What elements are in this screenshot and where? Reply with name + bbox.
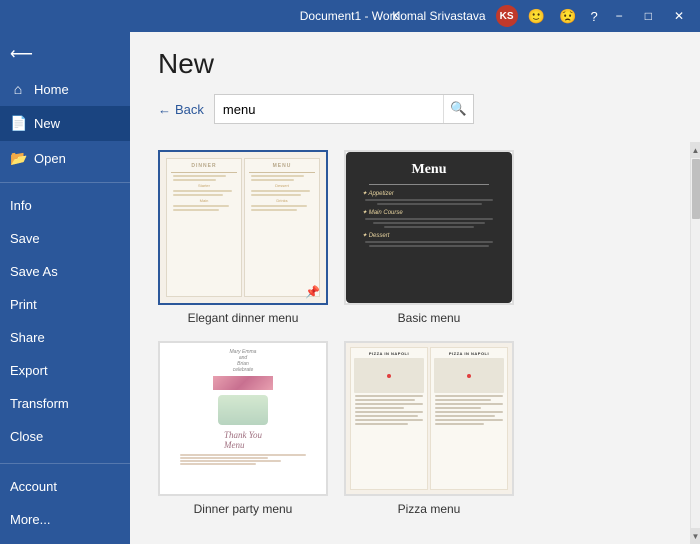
elegant-menu-visual: DINNER Starter Main	[160, 152, 326, 303]
sidebar-print-label: Print	[10, 297, 37, 312]
template-elegant-dinner[interactable]: DINNER Starter Main	[158, 150, 328, 325]
sidebar-item-open[interactable]: 📂 Open	[0, 141, 130, 176]
search-input[interactable]	[215, 102, 443, 117]
template-dinner-party[interactable]: Mary EmmaandBriancelebrate Thank YouMenu	[158, 341, 328, 516]
elegant-panel-left: DINNER Starter Main	[166, 158, 242, 297]
sidebar-share-label: Share	[10, 330, 45, 345]
sidebar-item-home[interactable]: ⌂ Home	[0, 72, 130, 106]
template-thumb-basic[interactable]: Menu ✦ Appetizer ✦ Main Course ✦ Dessert	[344, 150, 514, 305]
template-elegant-label: Elegant dinner menu	[188, 311, 299, 325]
close-button[interactable]: ✕	[666, 0, 692, 32]
search-button[interactable]: 🔍	[443, 95, 473, 123]
content-area: New ← Back 🔍	[130, 32, 700, 544]
back-circle-icon: ⟵	[10, 44, 33, 64]
template-basic-label: Basic menu	[398, 311, 461, 325]
pin-icon[interactable]: 📌	[305, 285, 320, 299]
sidebar-bottom-divider	[0, 463, 130, 464]
sidebar-item-export[interactable]: Export	[0, 354, 130, 387]
emoji-happy-icon[interactable]: 🙂	[524, 8, 549, 25]
scroll-up-button[interactable]: ▲	[691, 142, 700, 158]
sidebar-saveas-label: Save As	[10, 264, 58, 279]
sidebar-bottom: Account More...	[0, 457, 130, 544]
scrollbar-empty	[691, 220, 700, 528]
sidebar: ⟵ ⌂ Home 📄 New 📂 Open Info Save Save As	[0, 32, 130, 544]
back-arrow-icon: ←	[158, 102, 171, 117]
sidebar-divider	[0, 182, 130, 183]
dinner-party-visual: Mary EmmaandBriancelebrate Thank YouMenu	[160, 343, 326, 494]
elegant-panel-right: MENU Dessert Drinks	[244, 158, 320, 297]
sidebar-account-label: Account	[10, 479, 57, 494]
search-row: ← Back 🔍	[158, 94, 672, 124]
sidebar-new-label: New	[34, 116, 60, 131]
window-title: Document1 - Word	[300, 9, 400, 23]
avatar: KS	[496, 5, 518, 27]
minimize-button[interactable]: −	[608, 0, 631, 32]
sidebar-more-label: More...	[10, 512, 50, 527]
sidebar-info-label: Info	[10, 198, 32, 213]
template-pizza-label: Pizza menu	[398, 502, 461, 516]
pizza-map-left	[354, 358, 424, 393]
flowers-decoration	[218, 395, 268, 425]
content-header: New ← Back 🔍	[130, 32, 700, 142]
sidebar-item-transform[interactable]: Transform	[0, 387, 130, 420]
back-arrow-button[interactable]: ⟵	[0, 36, 130, 72]
template-pizza-menu[interactable]: PIZZA IN NAPOLI	[344, 341, 514, 516]
sidebar-export-label: Export	[10, 363, 48, 378]
sidebar-item-share[interactable]: Share	[0, 321, 130, 354]
app-body: ⟵ ⌂ Home 📄 New 📂 Open Info Save Save As	[0, 32, 700, 544]
template-thumb-pizza[interactable]: PIZZA IN NAPOLI	[344, 341, 514, 496]
back-label: Back	[175, 102, 204, 117]
sidebar-home-label: Home	[34, 82, 69, 97]
templates-area: DINNER Starter Main	[130, 142, 690, 544]
template-basic-menu[interactable]: Menu ✦ Appetizer ✦ Main Course ✦ Dessert	[344, 150, 514, 325]
pizza-menu-visual: PIZZA IN NAPOLI	[346, 343, 512, 494]
search-back-button[interactable]: ← Back	[158, 102, 204, 117]
sidebar-item-print[interactable]: Print	[0, 288, 130, 321]
sidebar-item-info[interactable]: Info	[0, 189, 130, 222]
title-bar-controls: Komal Srivastava KS 🙂 😟 ? − □ ✕	[392, 0, 692, 32]
sidebar-close-label: Close	[10, 429, 43, 444]
search-box: 🔍	[214, 94, 474, 124]
template-dinner-party-label: Dinner party menu	[194, 502, 293, 516]
pizza-panel-left: PIZZA IN NAPOLI	[350, 347, 428, 490]
templates-container: DINNER Starter Main	[130, 142, 700, 544]
template-thumb-dinner-party[interactable]: Mary EmmaandBriancelebrate Thank YouMenu	[158, 341, 328, 496]
sidebar-save-label: Save	[10, 231, 40, 246]
pizza-panel-right: PIZZA IN NAPOLI	[430, 347, 508, 490]
scrollbar-thumb[interactable]	[692, 159, 700, 219]
page-title: New	[158, 48, 672, 80]
template-thumb-elegant[interactable]: DINNER Starter Main	[158, 150, 328, 305]
sidebar-item-close[interactable]: Close	[0, 420, 130, 453]
new-icon: 📄	[10, 115, 26, 132]
emoji-sad-icon[interactable]: 😟	[555, 8, 580, 25]
scrollbar-track: ▲ ▼	[690, 142, 700, 544]
sidebar-item-more[interactable]: More...	[0, 503, 130, 536]
sidebar-open-label: Open	[34, 151, 66, 166]
sidebar-item-saveas[interactable]: Save As	[0, 255, 130, 288]
sidebar-transform-label: Transform	[10, 396, 69, 411]
scroll-down-button[interactable]: ▼	[691, 528, 700, 544]
open-icon: 📂	[10, 150, 26, 167]
ribbon-decoration	[213, 376, 273, 390]
sidebar-item-account[interactable]: Account	[0, 470, 130, 503]
sidebar-item-new[interactable]: 📄 New	[0, 106, 130, 141]
templates-grid: DINNER Starter Main	[158, 150, 662, 528]
title-bar: Document1 - Word Komal Srivastava KS 🙂 😟…	[0, 0, 700, 32]
user-name: Komal Srivastava	[392, 9, 485, 23]
basic-menu-visual: Menu ✦ Appetizer ✦ Main Course ✦ Dessert	[346, 152, 512, 303]
help-icon[interactable]: ?	[586, 9, 601, 24]
home-icon: ⌂	[10, 81, 26, 97]
sidebar-item-save[interactable]: Save	[0, 222, 130, 255]
pizza-map-right	[434, 358, 504, 393]
maximize-button[interactable]: □	[637, 0, 660, 32]
template-empty-cell	[530, 150, 662, 325]
